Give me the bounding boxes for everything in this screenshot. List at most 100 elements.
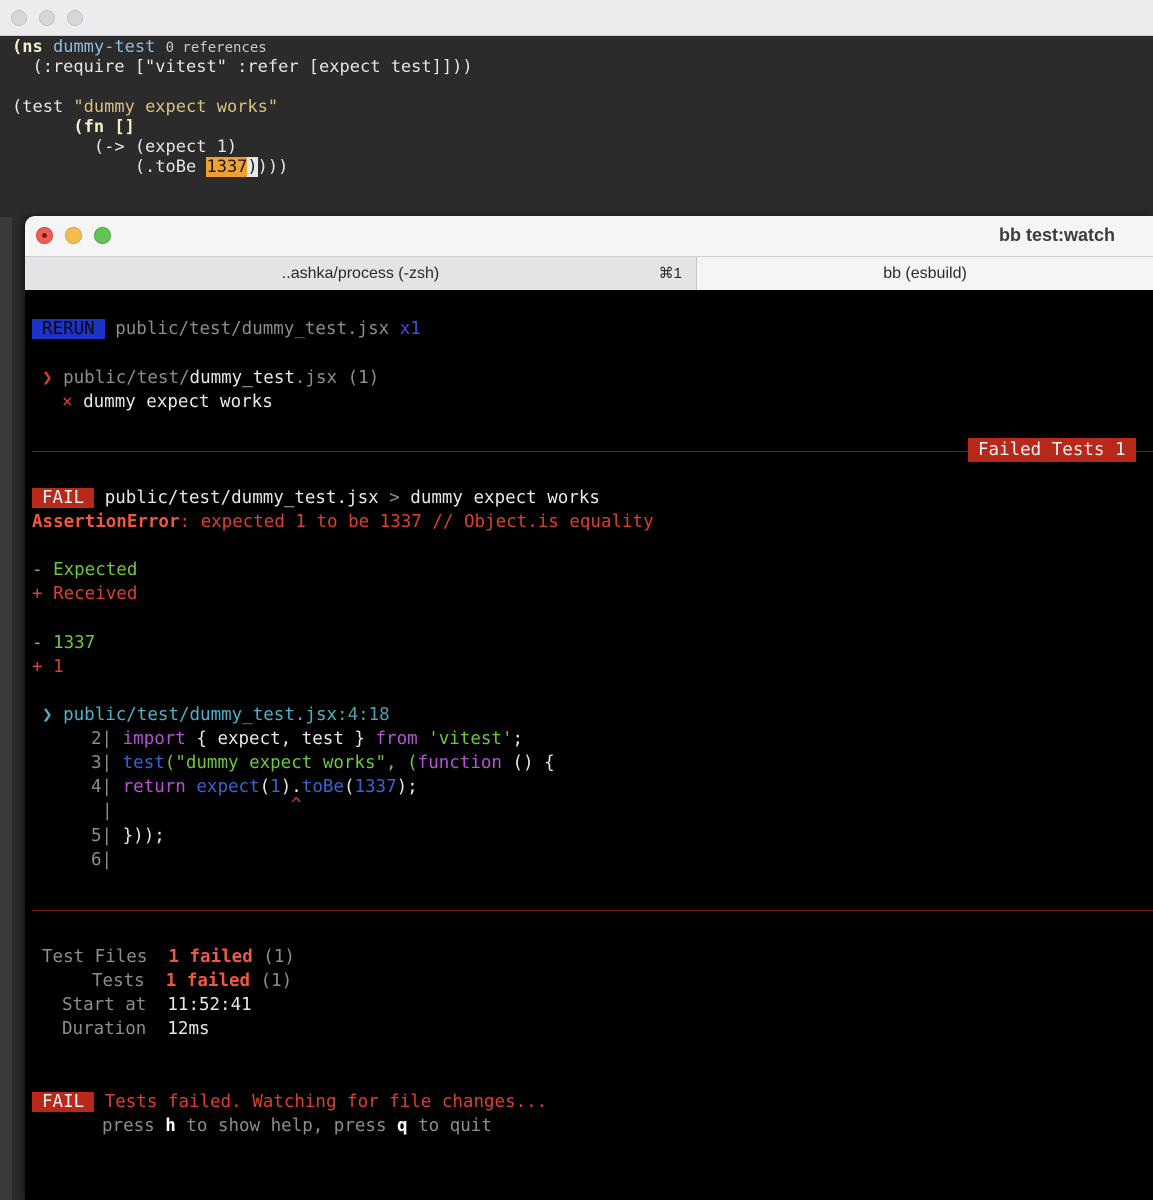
code-token: 1 — [270, 777, 281, 797]
editor-close-button[interactable] — [11, 10, 27, 26]
summary-value: 1 failed — [168, 947, 253, 967]
code-line-6: 6| — [91, 848, 112, 872]
test-name-string: "dummy expect works" — [73, 97, 279, 117]
code-token: ( — [259, 777, 271, 797]
highlighted-number: 1337 — [206, 157, 248, 177]
summary-label: Test Files — [42, 947, 148, 967]
editor-minimize-button[interactable] — [39, 10, 55, 26]
terminal-titlebar: bb test:watch — [25, 216, 1153, 256]
error-caret: ^ — [291, 795, 302, 815]
fail-badge: FAIL — [32, 1092, 95, 1112]
summary-duration: Duration 12ms — [62, 1017, 210, 1041]
summary-value: 12ms — [167, 1019, 210, 1039]
chevron-right-icon: ❯ — [42, 368, 53, 388]
code-token: ; — [512, 729, 524, 749]
tab-esbuild[interactable]: bb (esbuild) — [697, 257, 1153, 290]
rerun-badge: RERUN — [32, 319, 105, 339]
file-ext: .jsx — [294, 368, 338, 388]
text-cursor: ) — [247, 157, 258, 177]
fail-path: public/test/dummy_test.jsx — [104, 488, 379, 508]
path-separator: > — [389, 488, 400, 508]
line-number: | — [102, 801, 113, 821]
tobe-form: (.toBe — [12, 157, 207, 177]
test-case-name: dummy expect works — [83, 392, 273, 412]
editor-line-4: (fn [] — [12, 117, 135, 137]
editor-code-area[interactable]: (ns dummy-test 0 references (:require ["… — [0, 37, 1153, 217]
line-number: 4| — [91, 777, 113, 797]
code-token: () { — [501, 753, 555, 773]
terminal-window: bb test:watch ..ashka/process (-zsh) ⌘1 … — [25, 216, 1153, 1200]
footer-status-line: FAIL Tests failed. Watching for file cha… — [32, 1090, 547, 1114]
code-token: test — [122, 753, 165, 773]
summary-tests: Tests 1 failed (1) — [92, 969, 292, 993]
fn-form: (fn [] — [12, 117, 135, 137]
tab-label: bb (esbuild) — [883, 265, 967, 282]
test-form: (test — [12, 97, 74, 117]
code-line-5: 5| })); — [91, 824, 165, 848]
summary-start: Start at 11:52:41 — [62, 993, 252, 1017]
code-token: ( — [343, 777, 355, 797]
help-text: to show help, press — [175, 1116, 398, 1136]
line-number: 3| — [91, 753, 113, 773]
summary-label: Start at — [62, 995, 147, 1015]
close-icon — [42, 233, 47, 238]
minimize-button[interactable] — [65, 227, 82, 244]
code-caret-line: | — [102, 799, 113, 823]
location-line: ❯ public/test/dummy_test.jsx:4:18 — [42, 703, 390, 727]
summary-label: Duration — [62, 1019, 147, 1039]
location-position: :4:18 — [337, 705, 390, 725]
fail-header-line: FAIL public/test/dummy_test.jsx > dummy … — [32, 486, 600, 510]
tab-zsh[interactable]: ..ashka/process (-zsh) ⌘1 — [25, 257, 697, 290]
close-button[interactable] — [36, 227, 53, 244]
editor-left-gutter — [0, 217, 12, 1200]
code-token: import — [122, 729, 186, 749]
code-token: 'vitest' — [428, 729, 513, 749]
summary-value: 11:52:41 — [167, 995, 252, 1015]
editor-zoom-button[interactable] — [67, 10, 83, 26]
closing-parens: ))) — [257, 157, 289, 177]
thread-form: (-> (expect 1) — [12, 137, 238, 157]
references-lens[interactable]: 0 references — [166, 40, 267, 56]
test-case-line: × dummy expect works — [62, 390, 273, 414]
code-token: })); — [122, 826, 165, 846]
diff-received-label: + Received — [32, 584, 138, 604]
cross-icon: × — [62, 392, 73, 412]
file-name: dummy_test — [189, 368, 295, 388]
tab-label: ..ashka/process (-zsh) — [281, 265, 440, 282]
code-token: { expect, test } — [185, 729, 376, 749]
zoom-button[interactable] — [94, 227, 111, 244]
quit-key: q — [397, 1116, 408, 1136]
line-number: 5| — [91, 826, 113, 846]
code-line-2: 2| import { expect, test } from 'vitest'… — [91, 727, 523, 751]
editor-line-3: (test "dummy expect works" — [12, 97, 278, 117]
footer-help-line: press h to show help, press q to quit — [102, 1114, 492, 1138]
code-token: toBe — [301, 777, 344, 797]
diff-expected-value: - 1337 — [32, 633, 96, 653]
location-path: public/test/dummy_test.jsx — [63, 705, 338, 725]
code-token: return — [122, 777, 186, 797]
fail-badge: FAIL — [32, 488, 95, 508]
code-token: ("dummy expect works", ( — [164, 753, 418, 773]
code-token: ); — [396, 777, 418, 797]
window-title: bb test:watch — [998, 225, 1115, 245]
editor-line-2: (:require ["vitest" :refer [expect test]… — [12, 57, 473, 77]
code-token: 1337 — [354, 777, 397, 797]
code-token: from — [375, 729, 418, 749]
watch-message: Tests failed. Watching for file changes.… — [104, 1092, 548, 1112]
editor-line-6: (.toBe 1337)))) — [12, 157, 288, 177]
fail-test-name: dummy expect works — [410, 488, 600, 508]
namespace-name: dummy-test — [52, 37, 156, 57]
summary-count: (1) — [263, 947, 295, 967]
assertion-message: : expected 1 to be 1337 // Object.is equ… — [179, 512, 654, 532]
summary-test-files: Test Files 1 failed (1) — [42, 945, 295, 969]
chevron-right-icon: ❯ — [42, 705, 53, 725]
diff-received-value: + 1 — [32, 657, 64, 677]
line-number: 6| — [91, 850, 113, 870]
line-number: 2| — [91, 729, 113, 749]
tab-bar: ..ashka/process (-zsh) ⌘1 bb (esbuild) — [25, 256, 1153, 290]
editor-line-1: (ns dummy-test 0 references — [12, 37, 267, 57]
code-token: expect — [196, 777, 260, 797]
file-dir: public/test/ — [63, 368, 190, 388]
